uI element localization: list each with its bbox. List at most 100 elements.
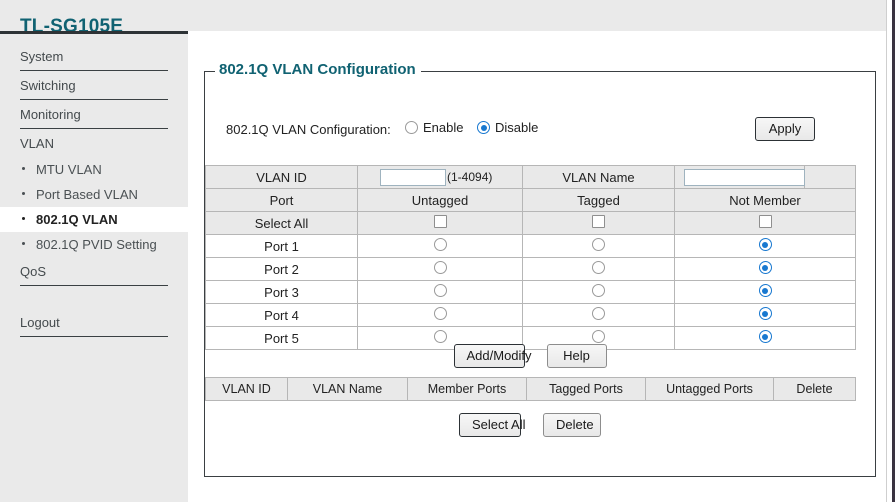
radio-disable-label: Disable xyxy=(495,120,539,135)
sidebar-item-label: Logout xyxy=(20,315,60,330)
select-all-row: Select All xyxy=(205,211,856,235)
port-column-header: Port xyxy=(205,188,358,212)
port-tagged-cell[interactable] xyxy=(522,257,675,281)
add-modify-button[interactable]: Add/Modify xyxy=(453,344,532,368)
radio-untagged-icon[interactable] xyxy=(433,284,447,297)
sidebar-item-label: Switching xyxy=(20,78,76,93)
checkbox-select-all-untagged[interactable] xyxy=(433,215,447,228)
port-untagged-cell[interactable] xyxy=(357,303,523,327)
radio-untagged-icon[interactable] xyxy=(433,330,447,343)
radio-untagged-icon[interactable] xyxy=(433,307,447,320)
vlan-id-label-cell: VLAN ID xyxy=(205,165,358,189)
port-tagged-cell[interactable] xyxy=(522,280,675,304)
radio-option-enable[interactable]: Enable xyxy=(405,120,463,135)
vlan-enable-label: 802.1Q VLAN Configuration: xyxy=(226,122,391,137)
sidebar-item-qos[interactable]: QoS xyxy=(20,257,168,286)
vlan-name-input[interactable] xyxy=(684,168,805,186)
vlan-id-name-row: VLAN ID (1-4094) VLAN Name xyxy=(205,165,856,189)
vlan-id-range-hint: (1-4094) xyxy=(447,170,493,184)
sidebar-item-label: Monitoring xyxy=(20,107,81,122)
port-tagged-cell[interactable] xyxy=(522,303,675,327)
sidebar-item-logout[interactable]: Logout xyxy=(20,308,168,337)
port-tagged-cell[interactable] xyxy=(522,234,675,258)
result-header-vlan-name: VLAN Name xyxy=(287,377,408,401)
port-name-cell: Port 1 xyxy=(205,234,358,258)
sidebar-item-port-based-vlan[interactable]: Port Based VLAN xyxy=(0,182,188,207)
vlan-name-input-cell xyxy=(674,165,805,189)
port-not-member-cell[interactable] xyxy=(674,280,856,304)
sidebar-item-monitoring[interactable]: Monitoring xyxy=(20,100,168,129)
select-all-tagged-cell[interactable] xyxy=(522,211,675,235)
port-untagged-cell[interactable] xyxy=(357,280,523,304)
result-header-untagged-ports: Untagged Ports xyxy=(645,377,774,401)
help-button[interactable]: Help xyxy=(546,344,607,368)
untagged-column-header: Untagged xyxy=(357,188,523,212)
port-not-member-cell[interactable] xyxy=(674,257,856,281)
radio-enable-icon[interactable] xyxy=(405,121,418,134)
page-title: 802.1Q VLAN Configuration xyxy=(215,61,421,78)
sidebar-item-label: 802.1Q VLAN xyxy=(36,212,118,227)
table-row: Port 1 xyxy=(205,234,856,258)
vlan-name-spacer-cell xyxy=(804,165,856,189)
tagged-column-header: Tagged xyxy=(522,188,675,212)
radio-not-member-icon[interactable] xyxy=(758,330,772,343)
sidebar-item-label: VLAN xyxy=(20,136,54,151)
apply-button[interactable]: Apply xyxy=(755,117,815,141)
sidebar-item-label: System xyxy=(20,49,64,64)
port-not-member-cell[interactable] xyxy=(674,234,856,258)
sidebar-item-label: MTU VLAN xyxy=(36,162,102,177)
radio-tagged-icon[interactable] xyxy=(592,307,605,320)
result-action-buttons: Select All Delete xyxy=(205,413,855,437)
port-name-cell: Port 4 xyxy=(205,303,358,327)
app-header: TL-SG105E xyxy=(0,0,886,37)
sidebar-item-system[interactable]: System xyxy=(20,42,168,71)
port-untagged-cell[interactable] xyxy=(357,234,523,258)
radio-disable-icon[interactable] xyxy=(477,121,490,134)
radio-tagged-icon[interactable] xyxy=(592,284,605,297)
sidebar-item-mtu-vlan[interactable]: MTU VLAN xyxy=(0,157,188,182)
vlan-enable-row: 802.1Q VLAN Configuration: Enable Disabl… xyxy=(205,117,875,145)
radio-not-member-icon[interactable] xyxy=(758,261,772,274)
sidebar-item-8021q-pvid-setting[interactable]: 802.1Q PVID Setting xyxy=(0,232,188,257)
checkbox-select-all-not-member[interactable] xyxy=(758,215,772,228)
result-header-row: VLAN ID VLAN Name Member Ports Tagged Po… xyxy=(205,377,856,401)
bullet-icon xyxy=(22,217,25,220)
radio-tagged-icon[interactable] xyxy=(592,238,605,251)
radio-not-member-icon[interactable] xyxy=(758,284,772,297)
port-name-cell: Port 2 xyxy=(205,257,358,281)
result-header-delete: Delete xyxy=(773,377,856,401)
membership-header-row: Port Untagged Tagged Not Member xyxy=(205,188,856,212)
radio-enable-label: Enable xyxy=(423,120,464,135)
radio-untagged-icon[interactable] xyxy=(433,238,447,251)
select-all-not-member-cell[interactable] xyxy=(674,211,856,235)
vlan-name-label-cell: VLAN Name xyxy=(522,165,675,189)
radio-not-member-icon[interactable] xyxy=(758,307,772,320)
sidebar-item-8021q-vlan[interactable]: 802.1Q VLAN xyxy=(0,207,188,232)
vlan-configuration-panel: 802.1Q VLAN Configuration 802.1Q VLAN Co… xyxy=(204,61,876,477)
radio-tagged-icon[interactable] xyxy=(592,261,605,274)
port-name-cell: Port 3 xyxy=(205,280,358,304)
delete-button[interactable]: Delete xyxy=(543,413,601,437)
table-row: Port 4 xyxy=(205,303,856,327)
window-right-edge xyxy=(886,0,895,502)
bullet-icon xyxy=(22,242,25,245)
select-all-untagged-cell[interactable] xyxy=(357,211,523,235)
vlan-membership-table: VLAN ID (1-4094) VLAN Name Port Untagged… xyxy=(205,165,856,350)
sidebar-item-label: 802.1Q PVID Setting xyxy=(36,237,157,252)
port-not-member-cell[interactable] xyxy=(674,303,856,327)
select-all-button[interactable]: Select All xyxy=(459,413,525,437)
vlan-result-table: VLAN ID VLAN Name Member Ports Tagged Po… xyxy=(205,377,856,401)
sidebar-item-switching[interactable]: Switching xyxy=(20,71,168,100)
radio-untagged-icon[interactable] xyxy=(433,261,447,274)
bullet-icon xyxy=(22,192,25,195)
checkbox-select-all-tagged[interactable] xyxy=(592,215,605,228)
vlan-id-input[interactable] xyxy=(380,168,446,186)
port-untagged-cell[interactable] xyxy=(357,257,523,281)
radio-option-disable[interactable]: Disable xyxy=(477,120,538,135)
radio-tagged-icon[interactable] xyxy=(592,330,605,343)
radio-not-member-icon[interactable] xyxy=(758,238,772,251)
vlan-id-input-cell: (1-4094) xyxy=(357,165,523,189)
result-header-member-ports: Member Ports xyxy=(407,377,527,401)
sidebar-item-vlan[interactable]: VLAN xyxy=(20,129,168,157)
